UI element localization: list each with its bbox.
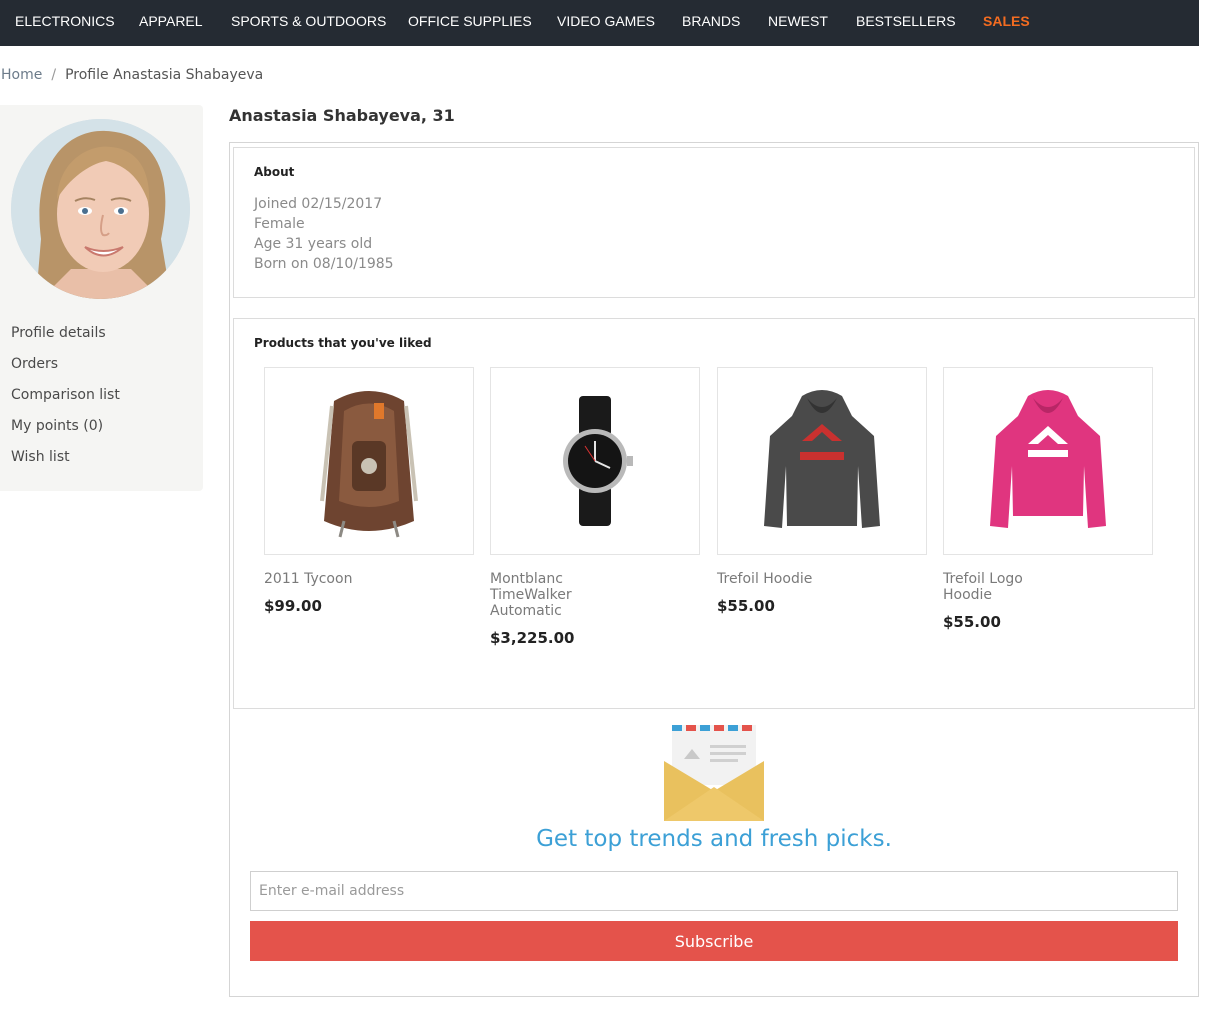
envelope-icon — [664, 725, 764, 825]
about-panel: About Joined 02/15/2017 Female Age 31 ye… — [233, 147, 1195, 298]
product-price: $55.00 — [717, 597, 775, 615]
breadcrumb-home-link[interactable]: Home — [1, 67, 42, 83]
liked-products-panel: Products that you've liked 2011 Tycoon $… — [233, 318, 1195, 709]
sidebar-item-wish-list[interactable]: Wish list — [11, 447, 120, 478]
nav-sports-outdoors[interactable]: SPORTS & OUTDOORS — [231, 13, 386, 29]
grey-hoodie-image-icon — [764, 390, 880, 528]
product-image-link[interactable] — [490, 367, 700, 555]
nav-newest[interactable]: NEWEST — [768, 13, 828, 29]
about-details: Joined 02/15/2017 Female Age 31 years ol… — [254, 194, 394, 274]
product-price: $3,225.00 — [490, 629, 575, 647]
pink-hoodie-image-icon — [990, 390, 1106, 528]
product-price: $55.00 — [943, 613, 1001, 631]
nav-brands[interactable]: BRANDS — [682, 13, 740, 29]
backpack-image-icon — [320, 391, 418, 538]
nav-bestsellers[interactable]: BESTSELLERS — [856, 13, 956, 29]
nav-video-games[interactable]: VIDEO GAMES — [557, 13, 655, 29]
profile-sidebar: Profile details Orders Comparison list M… — [0, 105, 203, 491]
about-gender: Female — [254, 216, 305, 232]
product-card: Trefoil Hoodie $55.00 — [717, 367, 927, 615]
nav-sales[interactable]: SALES — [983, 13, 1030, 29]
product-name-link[interactable]: Trefoil Logo Hoodie — [943, 571, 1053, 603]
email-field[interactable] — [250, 871, 1178, 911]
about-age: Age 31 years old — [254, 236, 373, 252]
newsletter-title: Get top trends and fresh picks. — [536, 826, 892, 852]
breadcrumb-current: Profile Anastasia Shabayeva — [65, 67, 264, 83]
product-name-link[interactable]: 2011 Tycoon — [264, 571, 374, 587]
user-photo-icon — [11, 119, 190, 299]
about-born: Born on 08/10/1985 — [254, 256, 394, 272]
about-heading: About — [254, 165, 295, 179]
product-price: $99.00 — [264, 597, 322, 615]
breadcrumb: Home / Profile Anastasia Shabayeva — [1, 67, 263, 83]
page-title: Anastasia Shabayeva, 31 — [229, 106, 455, 125]
product-image-link[interactable] — [717, 367, 927, 555]
avatar — [11, 119, 190, 299]
sidebar-item-comparison-list[interactable]: Comparison list — [11, 385, 120, 416]
liked-heading: Products that you've liked — [254, 336, 432, 350]
nav-apparel[interactable]: APPAREL — [139, 13, 203, 29]
breadcrumb-separator: / — [51, 67, 57, 83]
product-card: Montblanc TimeWalker Automatic $3,225.00 — [490, 367, 700, 647]
nav-electronics[interactable]: ELECTRONICS — [15, 13, 115, 29]
product-name-link[interactable]: Montblanc TimeWalker Automatic — [490, 571, 600, 619]
product-image-link[interactable] — [943, 367, 1153, 555]
sidebar-menu: Profile details Orders Comparison list M… — [11, 323, 120, 478]
product-image-link[interactable] — [264, 367, 474, 555]
watch-image-icon — [563, 396, 633, 526]
about-joined: Joined 02/15/2017 — [254, 196, 383, 212]
subscribe-button[interactable]: Subscribe — [250, 921, 1178, 961]
sidebar-item-my-points[interactable]: My points (0) — [11, 416, 120, 447]
top-navigation: ELECTRONICS APPAREL SPORTS & OUTDOORS OF… — [0, 0, 1199, 46]
product-name-link[interactable]: Trefoil Hoodie — [717, 571, 827, 587]
sidebar-item-orders[interactable]: Orders — [11, 354, 120, 385]
product-card: Trefoil Logo Hoodie $55.00 — [943, 367, 1153, 631]
nav-office-supplies[interactable]: OFFICE SUPPLIES — [408, 13, 532, 29]
sidebar-item-profile-details[interactable]: Profile details — [11, 323, 120, 354]
product-card: 2011 Tycoon $99.00 — [264, 367, 474, 615]
